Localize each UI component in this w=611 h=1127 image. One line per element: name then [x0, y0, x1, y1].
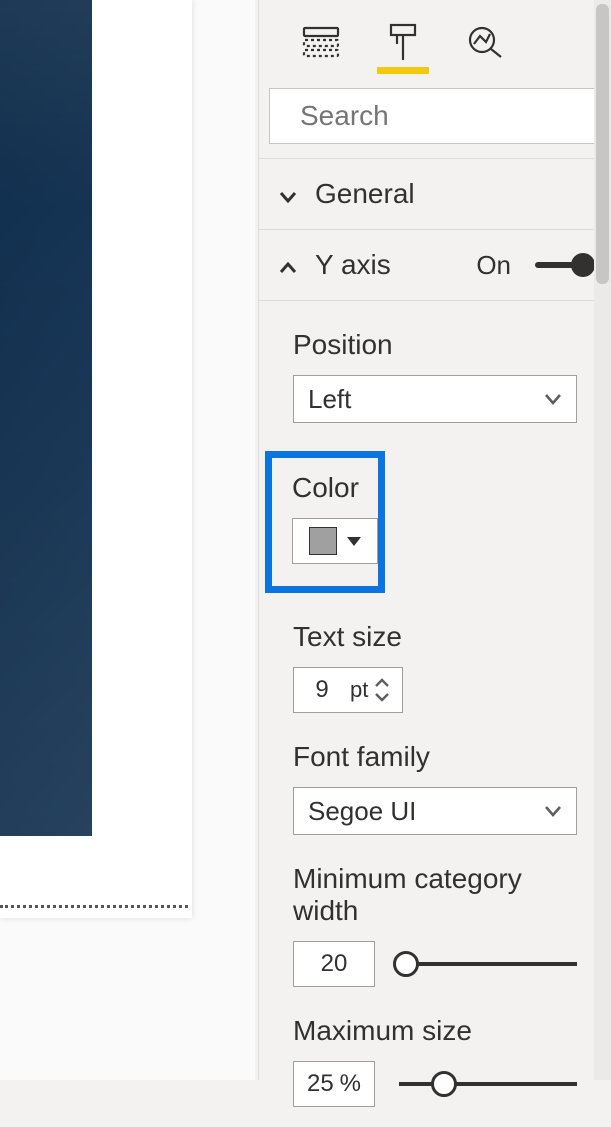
format-pane: General Y axis On Position Left: [258, 0, 611, 1080]
search-input[interactable]: [298, 99, 611, 133]
y-axis-body: Position Left Color Text size 9: [259, 301, 611, 1127]
toggle-knob: [571, 253, 595, 277]
min-cat-width-value: 20: [321, 950, 348, 978]
chevron-down-icon: [544, 393, 562, 405]
font-family-label: Font family: [293, 741, 577, 773]
max-size-input[interactable]: 25 %: [293, 1061, 375, 1107]
color-swatch: [309, 527, 337, 555]
pane-tab-format[interactable]: [383, 20, 423, 64]
report-canvas-area: [0, 0, 255, 1080]
pane-tab-strip: [259, 0, 611, 68]
report-visual[interactable]: [0, 0, 92, 836]
section-general-title: General: [315, 178, 593, 210]
analytics-icon: [466, 24, 504, 60]
color-highlight-box: Color: [265, 451, 385, 593]
y-axis-toggle-label: On: [476, 250, 511, 281]
text-size-spinner[interactable]: 9 pt: [293, 667, 403, 713]
chevron-up-icon: [277, 254, 299, 276]
section-y-axis[interactable]: Y axis On: [259, 230, 611, 300]
chevron-up-icon: [374, 678, 390, 688]
max-size-label: Maximum size: [293, 1015, 577, 1047]
chevron-down-icon: [347, 537, 361, 546]
prop-color: Color: [293, 451, 577, 593]
y-axis-toggle[interactable]: [535, 262, 593, 268]
prop-min-category-width: Minimum category width 20: [293, 863, 577, 987]
spin-arrows[interactable]: [374, 668, 402, 712]
search-box[interactable]: [269, 88, 603, 144]
min-cat-width-slider[interactable]: [399, 954, 577, 974]
pane-tab-analytics[interactable]: [465, 20, 505, 64]
text-size-unit: pt: [350, 668, 374, 712]
position-label: Position: [293, 329, 577, 361]
scrollbar-thumb[interactable]: [596, 4, 609, 284]
max-size-slider[interactable]: [399, 1074, 577, 1094]
prop-text-size: Text size 9 pt: [293, 621, 577, 713]
font-family-select[interactable]: Segoe UI: [293, 787, 577, 835]
max-size-unit: %: [340, 1070, 361, 1098]
format-icon: [387, 22, 419, 62]
font-family-value: Segoe UI: [308, 796, 416, 827]
slider-thumb[interactable]: [431, 1071, 457, 1097]
pane-tab-fields[interactable]: [301, 20, 341, 64]
pane-scrollbar[interactable]: [594, 0, 611, 1080]
position-select[interactable]: Left: [293, 375, 577, 423]
slider-thumb[interactable]: [393, 951, 419, 977]
min-cat-width-label: Minimum category width: [293, 863, 577, 927]
section-general[interactable]: General: [259, 159, 611, 229]
prop-font-family: Font family Segoe UI: [293, 741, 577, 835]
max-size-value: 25: [307, 1070, 334, 1098]
fields-icon: [302, 25, 340, 59]
chevron-down-icon: [374, 692, 390, 702]
color-picker-button[interactable]: [292, 518, 378, 564]
prop-max-size: Maximum size 25 %: [293, 1015, 577, 1107]
slider-track: [399, 962, 577, 966]
position-value: Left: [308, 384, 351, 415]
min-cat-width-input[interactable]: 20: [293, 941, 375, 987]
chevron-down-icon: [277, 183, 299, 205]
slider-track: [399, 1082, 577, 1086]
text-size-label: Text size: [293, 621, 577, 653]
text-size-value: 9: [294, 668, 350, 712]
color-label: Color: [292, 472, 358, 504]
section-y-axis-title: Y axis: [315, 249, 460, 281]
chevron-down-icon: [544, 805, 562, 817]
prop-position: Position Left: [293, 329, 577, 423]
